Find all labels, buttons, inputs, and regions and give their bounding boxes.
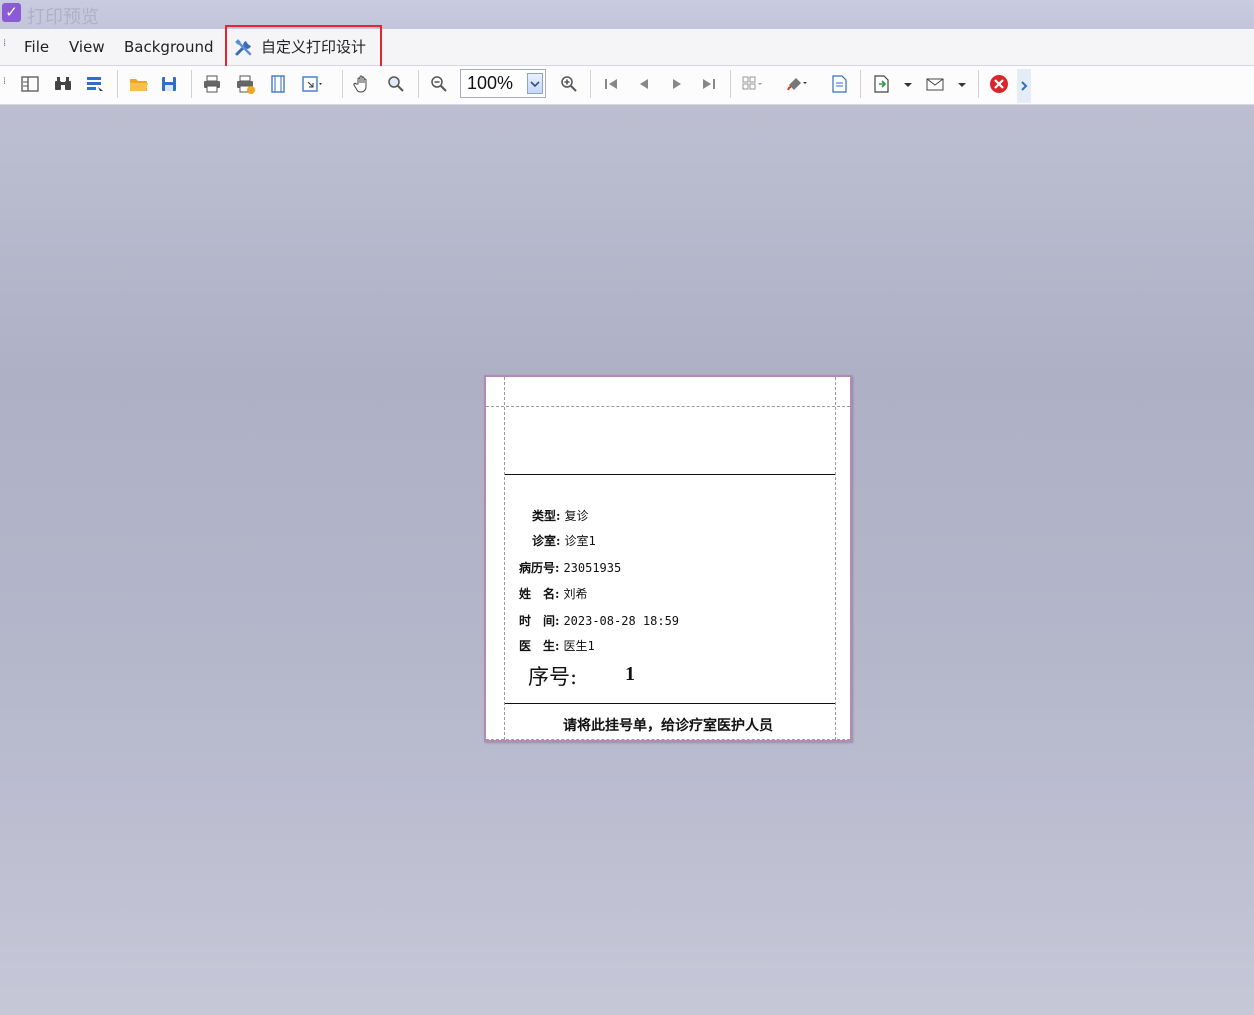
field-name: 姓 名: 刘希 <box>519 585 587 602</box>
sequence-label: 序号: <box>528 665 578 689</box>
document-map-icon[interactable] <box>19 73 41 95</box>
multiple-pages-icon[interactable] <box>740 73 762 95</box>
field-label: 医 生: <box>519 639 560 653</box>
toolbar <box>0 66 1254 105</box>
last-page-icon[interactable] <box>698 73 720 95</box>
menu-background[interactable]: Background <box>124 37 214 57</box>
color-icon[interactable] <box>785 73 807 95</box>
save-icon[interactable] <box>158 73 180 95</box>
toolbar-separator <box>860 70 861 98</box>
open-icon[interactable] <box>128 73 150 95</box>
quick-print-icon[interactable] <box>234 73 256 95</box>
toolbar-separator <box>590 70 591 98</box>
magnifier-icon[interactable] <box>385 73 407 95</box>
footer-instruction: 请将此挂号单，给诊疗室医护人员 <box>563 718 773 734</box>
field-label: 姓 名: <box>519 587 560 601</box>
chevron-down-icon[interactable] <box>527 73 543 94</box>
header-divider <box>505 474 835 475</box>
window-title: 打印预览 <box>27 7 99 28</box>
field-room: 诊室: 诊室1 <box>532 532 596 549</box>
margin-guide-top <box>486 406 850 407</box>
field-label: 诊室: <box>532 534 561 548</box>
print-icon[interactable] <box>201 73 223 95</box>
field-label: 时 间: <box>519 614 560 628</box>
zoom-in-icon[interactable] <box>558 73 580 95</box>
zoom-combobox[interactable]: 100% <box>460 69 546 98</box>
toolbar-separator <box>342 70 343 98</box>
field-value: 刘希 <box>563 587 588 601</box>
watermark-icon[interactable] <box>828 73 850 95</box>
zoom-value: 100% <box>467 73 514 93</box>
hand-tool-icon[interactable] <box>352 73 374 95</box>
field-record-number: 病历号: 23051935 <box>519 559 621 576</box>
field-doctor: 医 生: 医生1 <box>519 637 595 654</box>
send-email-icon[interactable] <box>924 73 946 95</box>
field-label: 病历号: <box>519 561 560 575</box>
first-page-icon[interactable] <box>600 73 622 95</box>
send-dropdown-icon[interactable] <box>952 73 974 95</box>
menu-view[interactable]: View <box>69 37 105 57</box>
menu-bar: ⁞ File View Background 自定义打印设计 <box>0 29 1254 66</box>
menubar-grip[interactable]: ⁞ <box>3 39 7 49</box>
scale-icon[interactable] <box>300 73 322 95</box>
previous-page-icon[interactable] <box>633 73 655 95</box>
page-setup-icon[interactable] <box>267 73 289 95</box>
field-label: 类型: <box>532 509 561 523</box>
toolbar-separator <box>730 70 731 98</box>
export-dropdown-icon[interactable] <box>898 73 920 95</box>
field-value: 2023-08-28 18:59 <box>563 614 680 628</box>
close-preview-icon[interactable] <box>988 73 1010 95</box>
sequence-number: 1 <box>625 663 635 685</box>
toolbar-separator <box>117 70 118 98</box>
toolbar-separator <box>191 70 192 98</box>
field-type: 类型: 复诊 <box>532 507 588 524</box>
field-time: 时 间: 2023-08-28 18:59 <box>519 612 679 629</box>
margin-guide-left <box>504 377 505 740</box>
export-icon[interactable] <box>870 73 892 95</box>
find-icon[interactable] <box>52 73 74 95</box>
toolbar-grip[interactable]: ⁞ <box>3 77 7 87</box>
margin-guide-bottom <box>486 739 850 740</box>
margin-guide-right <box>835 377 836 740</box>
next-page-icon[interactable] <box>666 73 688 95</box>
report-page: 类型: 复诊 诊室: 诊室1 病历号: 23051935 姓 名: 刘希 时 间: 202… <box>484 375 852 742</box>
title-bar: ✓ 打印预览 <box>0 0 1254 29</box>
thumbnails-icon[interactable] <box>84 73 106 95</box>
toolbar-separator <box>418 70 419 98</box>
field-value: 23051935 <box>563 561 622 575</box>
more-icon[interactable] <box>1017 69 1031 103</box>
menu-file[interactable]: File <box>24 37 49 57</box>
field-value: 诊室1 <box>564 534 596 548</box>
toolbar-separator <box>978 70 979 98</box>
footer-divider <box>505 703 835 704</box>
check-icon: ✓ <box>2 3 21 22</box>
zoom-out-icon[interactable] <box>428 73 450 95</box>
field-value: 医生1 <box>563 639 595 653</box>
field-value: 复诊 <box>564 509 589 523</box>
